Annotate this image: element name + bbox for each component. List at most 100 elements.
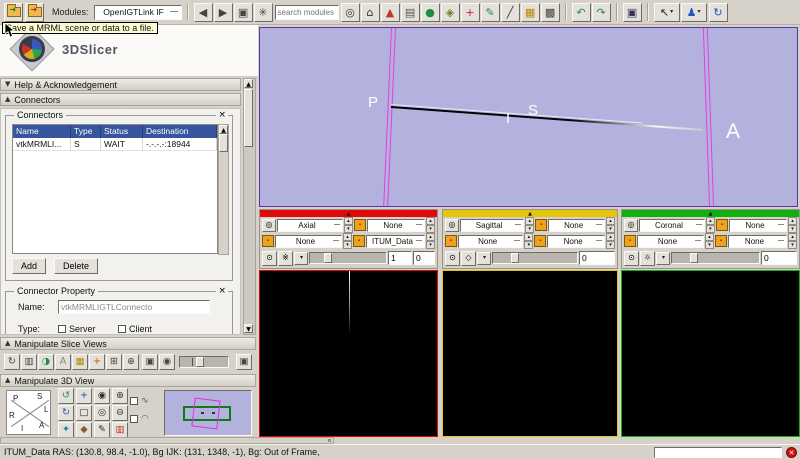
rock-view-checkbox[interactable]: ◠ [130,412,149,426]
snapshot-button[interactable]: ◎ [94,405,110,421]
panel-scroll-up-icon[interactable] [244,79,253,88]
data-module-button[interactable]: ▲ [381,3,400,22]
fiducials-module-button[interactable]: + [461,3,480,22]
sagittal-title-bar[interactable] [443,210,617,217]
link-slices-button[interactable]: ◎ [445,219,459,232]
foreground-layer-button[interactable]: ▪ [716,219,728,231]
coronal-viewport[interactable] [621,270,800,437]
mouse-pick-button[interactable]: ↖▾ [654,3,680,22]
load-scene-button[interactable] [4,3,23,22]
home-module-button[interactable]: ⌂ [361,3,380,22]
foreground-layer-button[interactable]: ▪ [535,219,547,231]
section-connectors[interactable]: Connectors [0,93,241,106]
module-history-button[interactable]: ▣ [234,3,253,22]
module-forward-button[interactable]: ▶ [214,3,233,22]
annotate-button[interactable]: ✎ [94,422,110,438]
screen-capture-button[interactable]: ▣ [623,3,642,22]
toggle-visibility-button[interactable]: ↻ [4,354,20,370]
orientation-spinner[interactable] [706,218,715,232]
axes-visibility-button[interactable]: ✦ [58,422,74,438]
colormap-module-button[interactable]: ▩ [541,3,560,22]
editor-module-button[interactable]: ✎ [481,3,500,22]
undo-button[interactable]: ↶ [572,3,591,22]
axial-background-dropdown[interactable]: ITUM_Data [366,235,425,248]
field-of-view-button[interactable]: ⊕ [123,354,139,370]
colors-module-button[interactable]: ▦ [521,3,540,22]
orientation-spinner[interactable] [525,218,534,232]
foreground-spinner[interactable] [426,218,435,232]
slice-menu-button[interactable]: ▾ [477,252,491,265]
section-3d-view[interactable]: Manipulate 3D View [0,374,256,387]
view-box-button[interactable]: □ [76,405,92,421]
fit-to-window-button[interactable]: ▥ [21,354,37,370]
sagittal-foreground-dropdown[interactable]: None [548,219,605,232]
close-connectors-button[interactable]: × [216,111,228,120]
section-help[interactable]: Help & Acknowledgement [0,78,241,91]
foreground-layer-button[interactable]: ▪ [354,219,366,231]
refresh-view-button[interactable]: ↻ [709,3,728,22]
layout-button[interactable]: ▦ [72,354,88,370]
measurements-module-button[interactable]: ╱ [501,3,520,22]
background-layer-button[interactable]: ▪ [534,235,546,247]
slider-thumb[interactable] [324,253,332,263]
slice-menu-button[interactable]: ▾ [656,252,670,265]
stereo-button[interactable]: ▥ [112,422,128,438]
close-property-button[interactable]: × [216,287,228,296]
offset-field[interactable] [413,251,435,265]
panel-scroll-down-icon[interactable] [244,324,253,333]
sagittal-background-dropdown[interactable]: None [547,235,605,248]
modules-dropdown[interactable]: OpenIGTLink IF [94,5,182,20]
opacity-field[interactable] [388,251,412,265]
panel-scrollbar[interactable] [243,78,256,335]
slider-thumb[interactable] [690,253,698,263]
axis-orientation-widget[interactable]: P S L R I A [6,390,51,435]
slice-visibility-button[interactable] [445,251,460,266]
link-slices-button[interactable]: ◎ [262,219,276,232]
offset-field[interactable] [761,251,797,265]
camera-button[interactable]: ◉ [94,388,110,404]
connector-name-input[interactable] [58,300,210,314]
annotation-mode-button[interactable]: ◉ [159,354,175,370]
slice-composite-button[interactable]: ※ [278,251,293,266]
panel-scrollbar-thumb[interactable] [244,89,253,147]
module-refresh-button[interactable]: ✳ [254,3,273,22]
sagittal-viewport[interactable] [442,270,618,437]
orientation-spinner[interactable] [344,218,353,232]
rotate-view-button[interactable]: ↺ [58,388,74,404]
link-slices-button[interactable]: ◎ [624,219,638,232]
background-layer-button[interactable]: ▪ [353,235,365,247]
delete-connector-button[interactable]: Delete [54,258,98,274]
scrollbar-handle[interactable] [328,439,331,442]
roll-view-button[interactable]: ↻ [58,405,74,421]
axial-foreground-dropdown[interactable]: None [367,219,425,232]
table-row[interactable]: vtkMRMLI... S WAIT -.-.-.-:18944 [13,138,217,151]
slice-opacity-slider[interactable] [179,356,229,368]
slice-composite-button[interactable]: ◇ [461,251,476,266]
zoom-in-button[interactable]: ⊕ [112,388,128,404]
client-checkbox[interactable]: Client [118,324,152,334]
section-slice-views[interactable]: Manipulate Slice Views [0,337,256,350]
table-scrollbar[interactable] [218,124,229,255]
sagittal-orientation-dropdown[interactable]: Sagittal [460,219,524,232]
link-views-button[interactable]: ▣ [142,354,158,370]
offset-field[interactable] [579,251,615,265]
scrollbar-thumb[interactable] [219,134,228,152]
foreground-spinner[interactable] [606,218,615,232]
add-connector-button[interactable]: Add [12,258,46,274]
axial-viewport[interactable] [259,270,438,437]
slice-visibility-button[interactable] [262,251,277,266]
label-opacity-button[interactable]: ◑ [38,354,54,370]
coronal-label-dropdown[interactable]: None [637,235,704,248]
label-layer-button[interactable]: ▪ [624,235,636,247]
background-spinner[interactable] [606,234,615,248]
scroll-up-icon[interactable] [219,125,228,134]
axial-title-bar[interactable] [260,210,437,217]
navigation-preview[interactable] [164,390,252,436]
coronal-background-dropdown[interactable]: None [728,235,787,248]
redo-button[interactable]: ↷ [592,3,611,22]
sagittal-label-dropdown[interactable]: None [458,235,523,248]
threed-viewport[interactable]: P I S A [259,27,798,207]
label-layer-button[interactable]: ▪ [445,235,457,247]
annotations-button[interactable]: A [55,354,71,370]
coronal-foreground-dropdown[interactable]: None [729,219,787,232]
